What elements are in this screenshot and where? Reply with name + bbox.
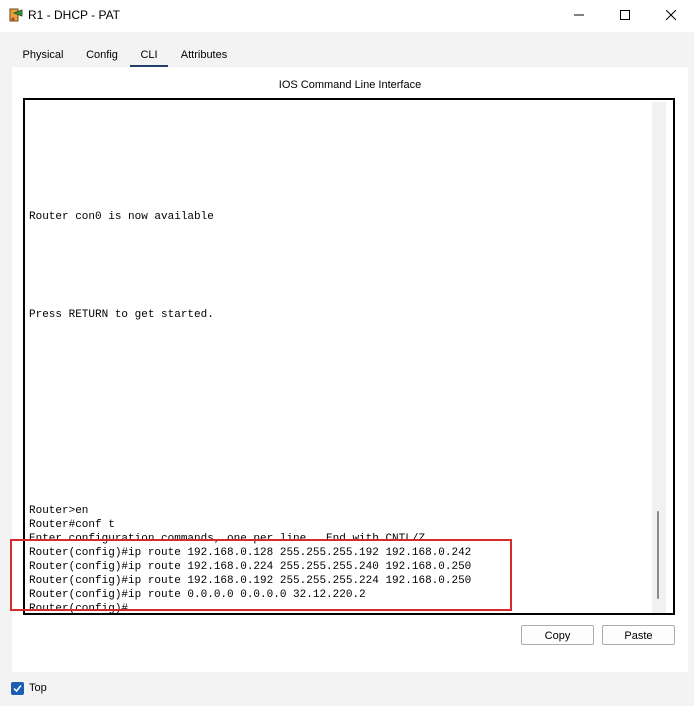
- scrollbar-thumb[interactable]: [657, 511, 659, 599]
- terminal-prompt: Router(config)#: [29, 603, 129, 615]
- tab-label: CLI: [140, 49, 158, 61]
- minimize-icon: [574, 14, 584, 16]
- minimize-button[interactable]: [556, 0, 602, 30]
- terminal-line: Router(config)#ip route 0.0.0.0 0.0.0.0 …: [29, 589, 366, 601]
- maximize-button[interactable]: [602, 0, 648, 30]
- cli-terminal[interactable]: Router con0 is now available Press RETUR…: [23, 98, 675, 615]
- panel-title: IOS Command Line Interface: [278, 79, 422, 91]
- tab-label: Physical: [22, 49, 64, 61]
- close-button[interactable]: [648, 0, 694, 30]
- maximize-icon: [620, 10, 630, 20]
- terminal-line: Router(config)#ip route 192.168.0.192 25…: [29, 575, 472, 587]
- vertical-scrollbar[interactable]: [652, 102, 666, 613]
- terminal-line: Enter configuration commands, one per li…: [29, 533, 432, 545]
- top-checkbox[interactable]: [11, 682, 24, 695]
- packet-tracer-router-icon: [9, 8, 23, 22]
- terminal-line: Router(config)#ip route 192.168.0.128 25…: [29, 547, 472, 559]
- terminal-line: Router>en: [29, 505, 89, 517]
- terminal-line: Press RETURN to get started.: [29, 309, 214, 321]
- paste-button[interactable]: Paste: [602, 625, 675, 645]
- window-title: R1 - DHCP - PAT: [28, 8, 121, 22]
- tab-attributes[interactable]: Attributes: [176, 44, 232, 66]
- title-bar: R1 - DHCP - PAT: [0, 0, 694, 32]
- close-icon: [666, 10, 676, 20]
- top-checkbox-label: Top: [29, 682, 47, 694]
- tab-config[interactable]: Config: [82, 44, 122, 66]
- terminal-line: Router con0 is now available: [29, 211, 214, 223]
- terminal-line: Router#conf t: [29, 519, 115, 531]
- tab-cli[interactable]: CLI: [130, 44, 168, 68]
- copy-button[interactable]: Copy: [521, 625, 594, 645]
- tab-label: Config: [86, 49, 118, 61]
- checkmark-icon: [13, 685, 22, 693]
- tab-label: Attributes: [180, 49, 228, 61]
- tab-physical[interactable]: Physical: [12, 44, 74, 66]
- terminal-line: Router(config)#ip route 192.168.0.224 25…: [29, 561, 472, 573]
